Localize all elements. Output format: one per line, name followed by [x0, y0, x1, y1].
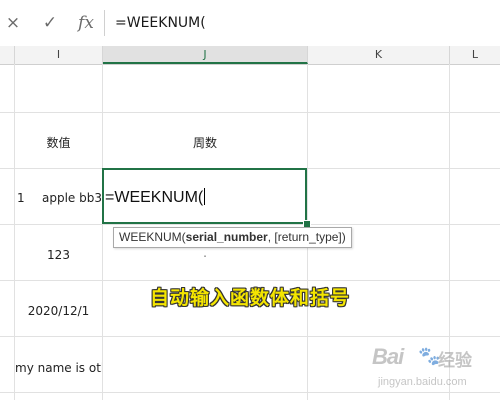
- row-number-cell: 1: [17, 191, 25, 205]
- cell-j-header[interactable]: 周数: [103, 134, 307, 151]
- column-header-k[interactable]: K: [308, 46, 450, 64]
- tooltip-function-name: WEEKNUM(: [119, 230, 186, 244]
- active-cell-content: =WEEKNUM(: [105, 188, 206, 206]
- formula-bar: × ✓ fx =WEEKNUM(: [0, 0, 500, 47]
- watermark-url: jingyan.baidu.com: [378, 376, 467, 388]
- column-header-i[interactable]: I: [15, 46, 103, 64]
- function-signature-tooltip[interactable]: WEEKNUM(serial_number, [return_type]): [113, 227, 352, 248]
- cell-i-row4[interactable]: my name is otk: [15, 361, 102, 375]
- watermark-text: 经验: [438, 351, 472, 370]
- grid-line: [0, 336, 500, 337]
- cell-i-row1[interactable]: apple bb3: [30, 191, 102, 205]
- row-header-corner[interactable]: [0, 46, 15, 64]
- watermark-logo: Bai: [372, 344, 404, 369]
- grid-line: [102, 64, 103, 400]
- annotation-caption: 自动输入函数体和括号: [150, 287, 351, 309]
- cell-j-row2[interactable]: .: [103, 246, 307, 260]
- cell-i-row2[interactable]: 123: [15, 248, 102, 262]
- text-caret: [204, 188, 206, 205]
- tooltip-remaining-args: , [return_type]): [267, 230, 346, 244]
- column-header-l[interactable]: L: [450, 46, 500, 64]
- column-header-j[interactable]: J: [103, 46, 308, 64]
- grid-line: [0, 224, 500, 225]
- insert-function-icon[interactable]: fx: [74, 12, 98, 34]
- column-header-row: I J K L: [0, 46, 500, 65]
- formula-input[interactable]: =WEEKNUM(: [115, 13, 495, 33]
- formula-bar-divider: [104, 10, 105, 36]
- cancel-icon[interactable]: ×: [1, 12, 25, 34]
- enter-icon[interactable]: ✓: [38, 12, 62, 34]
- grid-line: [0, 112, 500, 113]
- grid-line: [0, 280, 500, 281]
- active-cell-editor[interactable]: =WEEKNUM(: [102, 168, 307, 224]
- grid-line: [14, 64, 15, 400]
- cell-i-row3[interactable]: 2020/12/1: [15, 304, 102, 318]
- tooltip-current-argument[interactable]: serial_number: [186, 230, 268, 244]
- baidu-jingyan-watermark: Bai 🐾 经验 jingyan.baidu.com: [372, 342, 496, 396]
- cell-i-header[interactable]: 数值: [15, 134, 102, 151]
